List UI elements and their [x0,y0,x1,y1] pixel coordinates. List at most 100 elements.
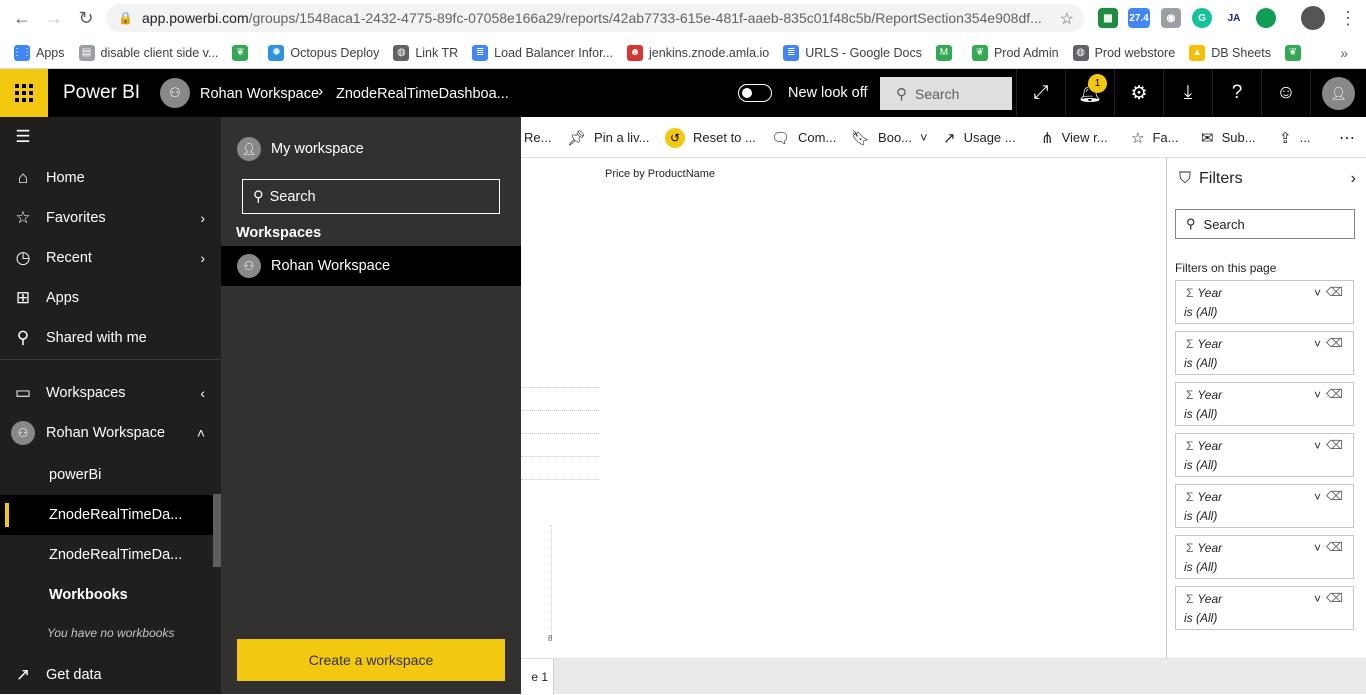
page-tab[interactable]: e 1 [521,659,554,695]
eraser-icon[interactable]: ⌫ [1326,489,1343,503]
green-extension-icon[interactable] [1256,8,1276,28]
grammarly-extension-icon[interactable]: G [1192,8,1212,28]
new-look-toggle[interactable] [738,84,772,102]
nav-collapse-button[interactable]: ☰ [0,117,221,157]
bookmarks-more-icon[interactable]: » [1340,45,1348,61]
bookmark-item[interactable]: ❦ Prod Admin [971,44,1059,61]
bookmark-item[interactable]: M [935,44,958,61]
eraser-icon[interactable]: ⌫ [1326,387,1343,401]
forward-icon[interactable]: → [42,6,66,30]
workspace-search-placeholder: Search [269,188,316,205]
brand-title[interactable]: Power BI [63,82,140,104]
nav-item-shared[interactable]: ⚲ Shared with me [0,318,221,358]
nav-item-get-data[interactable]: ↗ Get data [0,655,221,695]
action-favorite[interactable]: ☆ Fa... [1131,117,1178,158]
ja-extension-icon[interactable]: JA [1224,8,1244,28]
expand-icon[interactable]: ⤢ [1016,69,1065,117]
eraser-icon[interactable]: ⌫ [1326,540,1343,554]
weather-extension-icon[interactable]: 27.4 [1128,8,1150,28]
action-share[interactable]: ⇪... [1279,117,1310,158]
filter-card[interactable]: Σ Year is (All) ˅ ⌫ [1175,382,1354,426]
action-subscribe[interactable]: ✉ Sub... [1201,117,1256,158]
filter-card[interactable]: Σ Year is (All) ˅ ⌫ [1175,535,1354,579]
download-icon[interactable]: ⤓ [1163,69,1212,117]
action-comments[interactable]: 🗨︎ Com... [771,117,836,158]
back-icon[interactable]: ← [10,6,34,30]
bookmark-item[interactable]: ✺ Octopus Deploy [268,44,379,61]
bookmark-item[interactable]: ☻ jenkins.znode.amla.io [627,44,769,61]
create-workspace-button[interactable]: Create a workspace [237,639,505,681]
app-launcher-icon[interactable] [0,69,48,117]
nav-sub-item-dataset[interactable]: ZnodeRealTimeDa... [0,535,213,575]
sheets-extension-icon[interactable]: ▦ [1098,8,1118,28]
bookmark-item[interactable]: ◍ Link TR [393,44,458,61]
action-bookmarks[interactable]: 🔖︎ Boo... ˅ [851,117,928,158]
action-reset[interactable]: ↺ Reset to ... [665,117,756,158]
chevron-down-icon[interactable]: ˅ [1314,388,1321,402]
chevron-down-icon[interactable]: ˅ [1314,490,1321,504]
nav-item-home[interactable]: ⌂ Home [0,158,221,198]
workspace-list-item[interactable]: ⚇ Rohan Workspace [221,246,521,286]
more-options-icon[interactable]: ⋯ [1339,117,1355,158]
collapse-filters-icon[interactable]: › [1351,170,1356,188]
chevron-down-icon[interactable]: ˅ [1314,541,1321,555]
action-re[interactable]: Re... [524,117,551,158]
workspace-item-label: Rohan Workspace [271,258,391,274]
filter-card[interactable]: Σ Year is (All) ˅ ⌫ [1175,433,1354,477]
nav-item-recent[interactable]: ◷ Recent › [0,238,221,278]
bookmark-item[interactable]: ▤ disable client side v... [78,44,218,61]
bookmark-item[interactable]: ≣ URLS - Google Docs [783,44,922,61]
address-bar[interactable]: 🔒 app.powerbi.com/groups/1548aca1-2432-4… [106,4,1084,32]
url-host: app.powerbi.com [142,10,249,26]
action-view-related[interactable]: ⋔ View r... [1041,117,1108,158]
workspace-search-input[interactable]: ⚲ Search [242,179,500,214]
eraser-icon[interactable]: ⌫ [1326,591,1343,605]
chevron-down-icon[interactable]: ˅ [1314,337,1321,351]
nav-item-favorites[interactable]: ☆ Favorites › [0,198,221,238]
filter-card[interactable]: Σ Year is (All) ˅ ⌫ [1175,280,1354,324]
feedback-smiley-icon[interactable]: ☺ [1261,69,1310,117]
nav-sub-item-active-report[interactable]: ZnodeRealTimeDa... [0,495,213,535]
action-label: Pin a liv... [594,130,650,145]
nav-item-rohan-workspace[interactable]: ⚇ Rohan Workspace ˄ [0,413,221,453]
url-path: /groups/1548aca1-2432-4775-89fc-07058e16… [248,10,1042,26]
bookmark-item[interactable]: ❦ [1284,44,1307,61]
nav-sub-item-powerbi[interactable]: powerBi [0,455,213,495]
user-avatar-icon[interactable]: 👤︎ [1322,77,1355,110]
bookmark-item[interactable]: ▲ DB Sheets [1189,44,1271,61]
eraser-icon[interactable]: ⌫ [1326,336,1343,350]
chevron-down-icon[interactable]: ˅ [1314,592,1321,606]
help-icon[interactable]: ? [1212,69,1261,117]
eraser-icon[interactable]: ⌫ [1326,285,1343,299]
settings-icon[interactable]: ⚙ [1114,69,1163,117]
profile-avatar[interactable] [1301,6,1325,30]
nav-item-apps[interactable]: ⊞ Apps [0,278,221,318]
breadcrumb-workspace[interactable]: Rohan Workspace [200,86,319,102]
bookmark-item[interactable]: ≣ Load Balancer Infor... [472,44,613,61]
action-pin-live[interactable]: 📌︎ Pin a liv... [567,117,649,158]
sigma-icon: Σ [1186,337,1194,351]
bookmark-item[interactable]: ◍ Prod webstore [1072,44,1175,61]
eraser-icon[interactable]: ⌫ [1326,438,1343,452]
header-search[interactable]: ⚲ Search [880,77,1012,110]
camera-extension-icon[interactable]: ◉ [1161,8,1181,28]
nav-item-workspaces[interactable]: ▭ Workspaces ‹ [0,373,221,413]
chevron-down-icon[interactable]: ˅ [1314,439,1321,453]
my-workspace-item[interactable]: 👤︎ My workspace [237,137,364,161]
globe-icon: ◍ [393,44,410,61]
filters-search-input[interactable]: ⚲ Search [1175,209,1355,239]
bookmark-item[interactable]: ⋮⋮ Apps [12,44,65,61]
filter-card[interactable]: Σ Year is (All) ˅ ⌫ [1175,586,1354,630]
filter-card[interactable]: Σ Year is (All) ˅ ⌫ [1175,484,1354,528]
action-usage[interactable]: ↗ Usage ... [943,117,1016,158]
chevron-down-icon[interactable]: ˅ [1314,286,1321,300]
nav-scrollbar[interactable] [213,494,221,567]
browser-menu-icon[interactable]: ⋮ [1336,6,1360,30]
action-label: Com... [798,130,837,145]
bookmark-star-icon[interactable]: ☆ [1060,9,1074,29]
breadcrumb-report[interactable]: ZnodeRealTimeDashboa... [336,86,509,102]
reload-icon[interactable]: ↻ [74,6,98,30]
filter-value: is (All) [1184,305,1218,319]
filter-card[interactable]: Σ Year is (All) ˅ ⌫ [1175,331,1354,375]
bookmark-item[interactable]: ❦ [232,44,254,61]
